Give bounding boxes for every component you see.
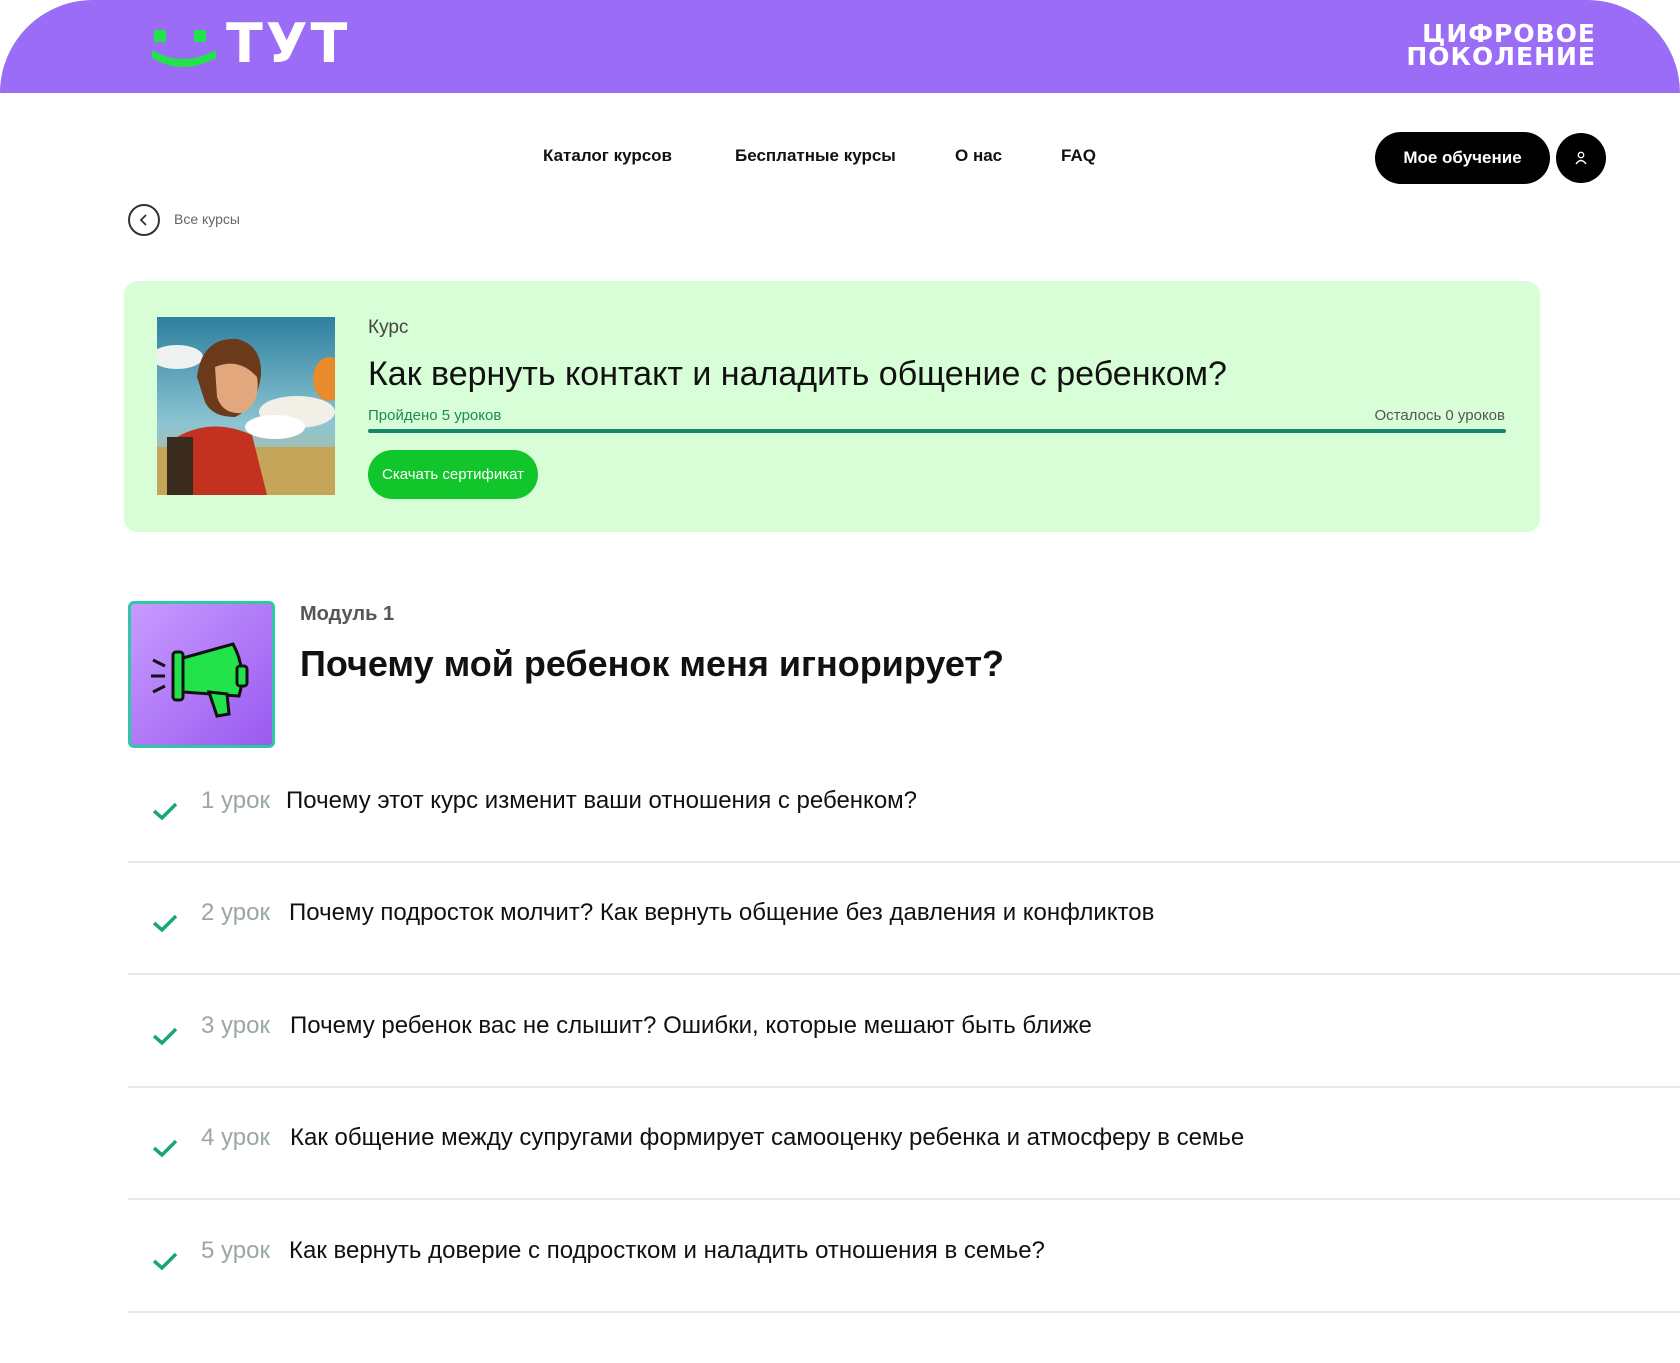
check-icon xyxy=(152,914,178,933)
megaphone-icon xyxy=(128,601,275,748)
nav-about[interactable]: О нас xyxy=(955,146,1002,166)
chevron-left-icon xyxy=(139,214,147,226)
lesson-row[interactable]: 3 урок Почему ребенок вас не слышит? Оши… xyxy=(128,976,1680,1088)
check-icon xyxy=(152,1139,178,1158)
lesson-title[interactable]: Как вернуть доверие с подростком и налад… xyxy=(289,1237,1045,1265)
user-icon xyxy=(1575,151,1587,165)
lesson-row[interactable]: 1 урок Почему этот курс изменит ваши отн… xyxy=(128,751,1680,863)
lesson-number: 1 урок xyxy=(201,787,270,814)
progress-remaining-text: Осталось 0 уроков xyxy=(1374,407,1505,424)
lesson-number: 4 урок xyxy=(201,1124,270,1151)
progress-bar-fill xyxy=(368,429,1506,433)
lesson-number: 3 урок xyxy=(201,1012,270,1039)
course-title: Как вернуть контакт и наладить общение с… xyxy=(368,355,1227,393)
course-card xyxy=(124,281,1540,532)
lesson-title[interactable]: Как общение между супругами формирует са… xyxy=(290,1124,1244,1152)
lesson-number: 2 урок xyxy=(201,899,270,926)
progress-bar xyxy=(368,429,1506,433)
lesson-row[interactable]: 5 урок Как вернуть доверие с подростком … xyxy=(128,1201,1680,1313)
partner-logo-line2: ПОКОЛЕНИЕ xyxy=(1406,42,1596,71)
lesson-number: 5 урок xyxy=(201,1237,270,1264)
back-button[interactable] xyxy=(128,204,160,236)
lesson-row[interactable]: 4 урок Как общение между супругами форми… xyxy=(128,1088,1680,1200)
progress-completed-text: Пройдено 5 уроков xyxy=(368,407,502,424)
module-title: Почему мой ребенок меня игнорирует? xyxy=(300,643,1005,684)
nav-catalog[interactable]: Каталог курсов xyxy=(543,146,672,166)
lesson-title[interactable]: Почему ребенок вас не слышит? Ошибки, ко… xyxy=(290,1012,1092,1040)
course-kind-label: Курс xyxy=(368,317,409,338)
check-icon xyxy=(152,1027,178,1046)
back-link-label[interactable]: Все курсы xyxy=(174,211,240,227)
check-icon xyxy=(152,802,178,821)
partner-logo: ЦИФРОВОЕ ПОКОЛЕНИЕ xyxy=(1406,21,1596,71)
my-learning-button[interactable]: Мое обучение xyxy=(1375,132,1550,184)
site-logo-text[interactable]: ТУТ xyxy=(226,12,350,75)
check-icon xyxy=(152,1252,178,1271)
lesson-title[interactable]: Почему подросток молчит? Как вернуть общ… xyxy=(289,899,1154,927)
course-cover-image xyxy=(157,317,335,495)
download-certificate-button[interactable]: Скачать сертификат xyxy=(368,450,538,499)
module-label: Модуль 1 xyxy=(300,603,395,625)
profile-button[interactable] xyxy=(1556,133,1606,183)
lesson-title[interactable]: Почему этот курс изменит ваши отношения … xyxy=(286,787,917,815)
nav-free-courses[interactable]: Бесплатные курсы xyxy=(735,146,896,166)
lesson-row[interactable]: 2 урок Почему подросток молчит? Как верн… xyxy=(128,863,1680,975)
nav-faq[interactable]: FAQ xyxy=(1061,146,1096,166)
smile-logo-icon[interactable] xyxy=(150,28,218,68)
top-header-bar: ТУТ ЦИФРОВОЕ ПОКОЛЕНИЕ xyxy=(0,0,1680,93)
